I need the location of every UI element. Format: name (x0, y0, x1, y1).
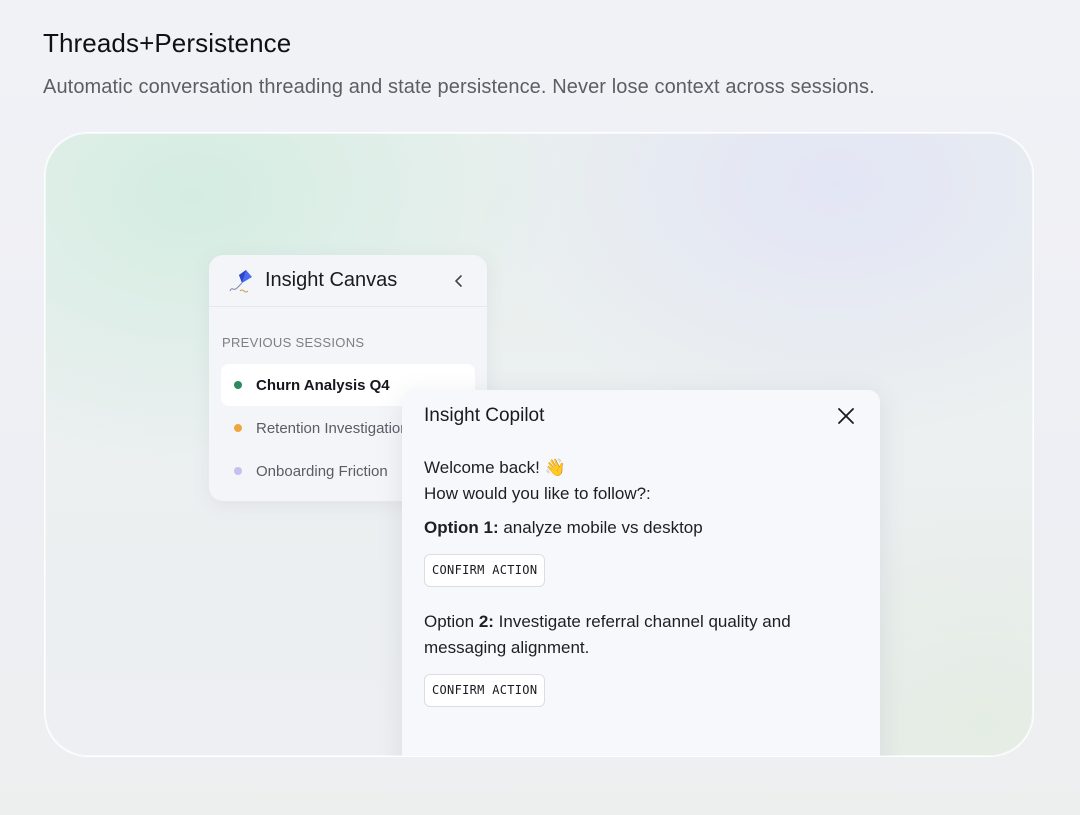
greeting-text: Welcome back! 👋 (424, 458, 566, 477)
option-1-label: Option 1: (424, 518, 499, 537)
sidebar-app-name: Insight Canvas (265, 269, 398, 291)
confirm-action-button-2[interactable]: CONFIRM ACTION (424, 674, 546, 707)
session-status-dot (234, 424, 242, 432)
kite-icon (229, 268, 255, 294)
session-label: Churn Analysis Q4 (256, 376, 390, 394)
session-status-dot (234, 381, 242, 389)
chevron-left-icon[interactable] (451, 273, 467, 289)
session-status-dot (234, 467, 242, 475)
copilot-title: Insight Copilot (424, 405, 545, 426)
close-icon[interactable] (836, 406, 856, 426)
session-label: Onboarding Friction (256, 462, 388, 480)
copilot-header: Insight Copilot (424, 390, 858, 442)
option-2-label-number: 2: (478, 612, 494, 631)
copilot-message: Welcome back! 👋 How would you like to fo… (424, 455, 858, 707)
previous-sessions-label: PREVIOUS SESSIONS (222, 335, 365, 350)
confirm-action-button-1[interactable]: CONFIRM ACTION (424, 554, 546, 587)
demo-stage: Insight Canvas PREVIOUS SESSIONS Churn A… (44, 132, 1034, 757)
page-title: Threads+Persistence (43, 28, 292, 58)
sidebar-header: Insight Canvas (209, 255, 487, 307)
option-2: Option 2: Investigate referral channel q… (424, 609, 794, 661)
option-2-label-prefix: Option (424, 612, 479, 631)
session-label: Retention Investigation (256, 419, 409, 437)
copilot-panel: Insight Copilot Welcome back! 👋 How woul… (402, 390, 880, 756)
question-text: How would you like to follow?: (424, 484, 651, 503)
page-subtitle: Automatic conversation threading and sta… (43, 76, 875, 98)
option-1: Option 1: analyze mobile vs desktop (424, 515, 858, 541)
option-1-text: analyze mobile vs desktop (498, 518, 703, 537)
